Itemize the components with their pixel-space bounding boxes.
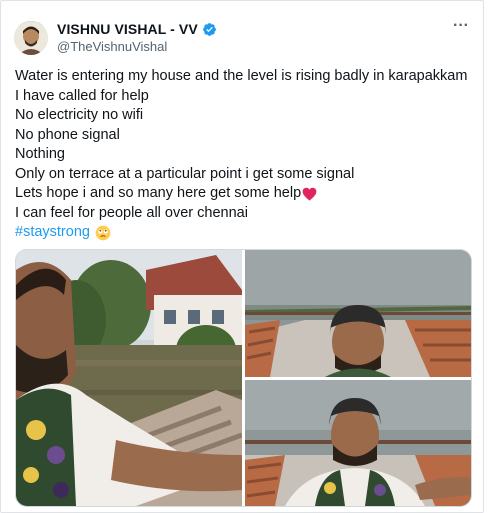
red-heart-icon [302,187,317,201]
media-photo-flooded-street[interactable] [16,250,242,506]
author-name-row: VISHNU VISHAL - VV [57,21,217,37]
tweet-media-grid [15,249,472,507]
media-photo-terrace-selfie-1[interactable] [245,250,471,377]
author-handle[interactable]: @TheVishnuVishal [57,39,167,54]
tweet-line: Nothing [15,146,65,162]
tweet-line: No electricity no wifi [15,107,144,123]
face-with-rolling-eyes-icon [95,225,111,241]
tweet-line-with-heart: Lets hope i and so many here get some he… [15,184,475,204]
tweet-line: Lets hope i and so many here get some he… [15,185,302,201]
tweet-card: VISHNU VISHAL - VV @TheVishnuVishal ··· … [0,0,484,513]
more-options-button[interactable]: ··· [453,18,469,34]
tweet-line: I have called for help [15,87,149,104]
author-avatar[interactable] [14,21,48,55]
tweet-line: Water is entering my house and the level… [15,68,468,84]
verified-badge-icon [202,22,216,36]
tweet-text: Water is entering my house and the level… [15,67,475,243]
media-photo-terrace-selfie-2[interactable] [245,380,471,506]
tweet-line-with-hashtag: #staystrong [15,223,475,243]
hashtag-link[interactable]: #staystrong [15,223,90,243]
tweet-line: I can feel for people all over chennai [15,204,248,221]
tweet-line: Only on terrace at a particular point i … [15,165,355,182]
tweet-line: No phone signal [15,126,120,143]
author-display-name[interactable]: VISHNU VISHAL - VV [57,21,198,37]
